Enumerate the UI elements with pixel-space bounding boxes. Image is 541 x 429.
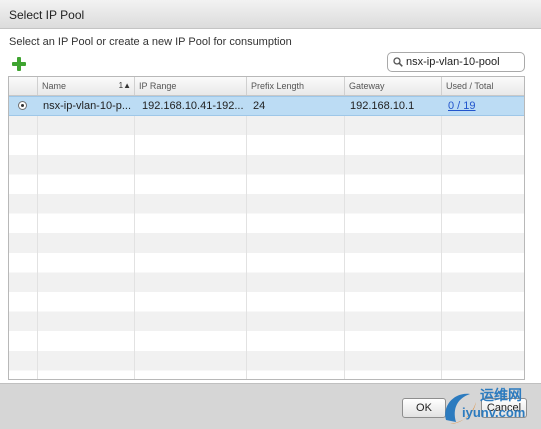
column-header-used-total[interactable]: Used / Total — [441, 77, 524, 95]
row-select-radio[interactable] — [18, 101, 27, 110]
table-body — [9, 96, 524, 379]
table-row[interactable]: nsx-ip-vlan-10-p... 192.168.10.41-192...… — [9, 96, 524, 116]
add-ip-pool-button[interactable] — [12, 57, 26, 71]
column-header-label: Prefix Length — [251, 81, 305, 91]
column-header-label: Gateway — [349, 81, 385, 91]
table-header: Name 1▲ IP Range Prefix Length Gateway U… — [9, 77, 524, 96]
cell-name: nsx-ip-vlan-10-p... — [43, 100, 131, 112]
search-box — [387, 52, 525, 72]
ip-pool-table: Name 1▲ IP Range Prefix Length Gateway U… — [8, 76, 525, 380]
column-header-name[interactable]: Name 1▲ — [37, 77, 134, 95]
sort-ascending-icon: 1▲ — [118, 81, 131, 90]
column-divider — [246, 77, 247, 379]
column-divider — [37, 77, 38, 379]
column-divider — [344, 77, 345, 379]
watermark-text: 运维网 — [480, 387, 522, 403]
column-divider — [441, 77, 442, 379]
green-plus-icon-stroke — [17, 57, 21, 71]
dialog-title: Select IP Pool — [9, 8, 85, 22]
watermark-logo: 运维网 iyunv.com — [440, 383, 540, 429]
used-total-link[interactable]: 0 / 19 — [448, 97, 518, 115]
column-header-prefix-length[interactable]: Prefix Length — [246, 77, 344, 95]
search-input[interactable] — [406, 54, 520, 70]
cell-gateway: 192.168.10.1 — [350, 100, 415, 112]
column-header-label: Name — [42, 81, 67, 91]
search-icon — [393, 57, 403, 67]
dialog-instruction: Select an IP Pool or create a new IP Poo… — [9, 36, 292, 48]
cell-prefix-length: 24 — [253, 100, 266, 112]
column-header-ip-range[interactable]: IP Range — [134, 77, 246, 95]
column-divider — [134, 77, 135, 379]
column-header-gateway[interactable]: Gateway — [344, 77, 441, 95]
column-header-label: IP Range — [139, 81, 177, 91]
column-header-label: Used / Total — [446, 81, 494, 91]
cell-ip-range: 192.168.10.41-192... — [142, 100, 244, 112]
radio-selected-dot — [21, 104, 24, 107]
dialog-titlebar: Select IP Pool — [0, 0, 541, 29]
watermark-url: iyunv.com — [462, 405, 526, 420]
